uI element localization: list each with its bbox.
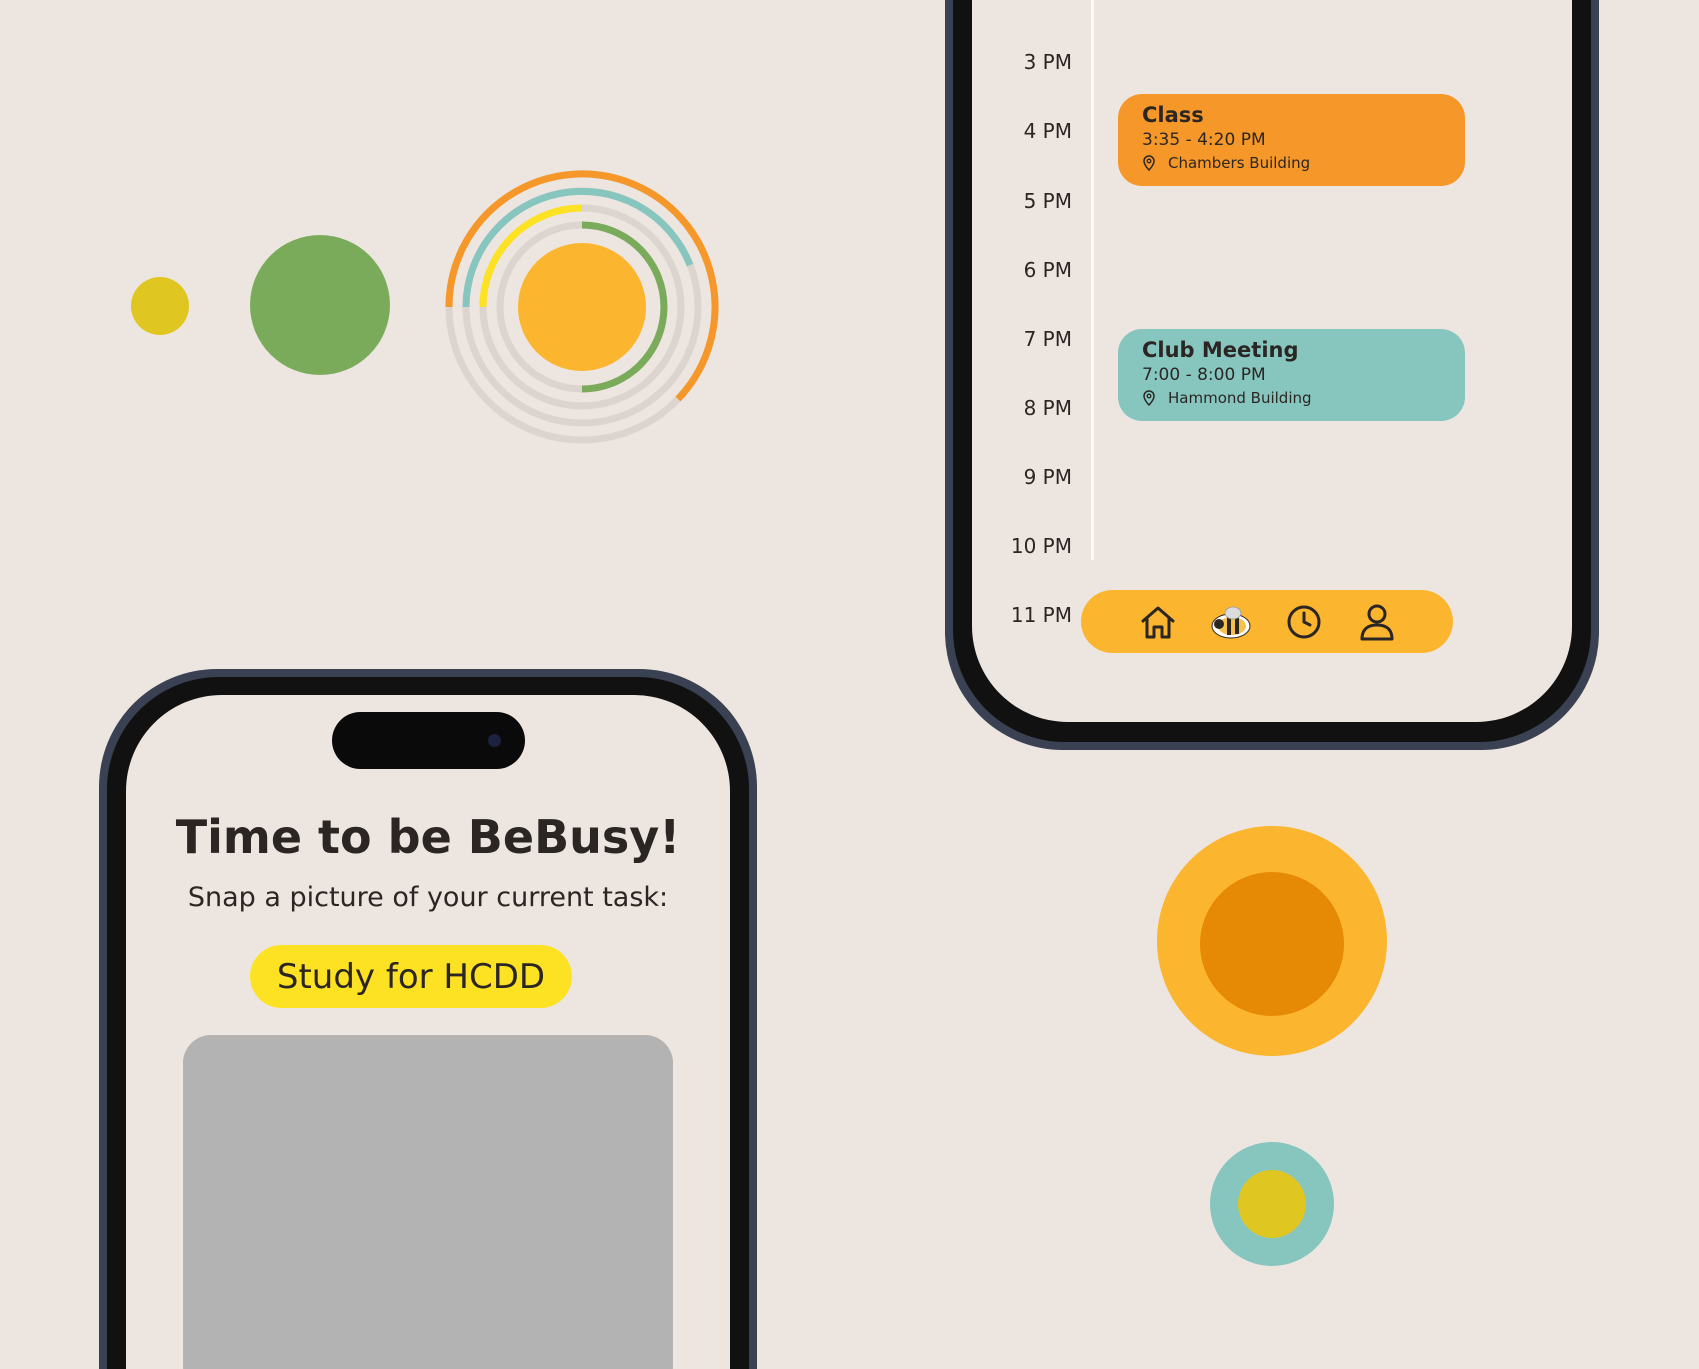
hour-labels: 3 PM 4 PM 5 PM 6 PM 7 PM 8 PM 9 PM 10 PM… — [972, 0, 1072, 640]
bee-icon — [1211, 606, 1250, 638]
location-pin-icon — [1143, 155, 1155, 171]
current-task-pill[interactable]: Study for HCDD — [250, 945, 572, 1008]
progress-rings — [445, 170, 719, 444]
hour-label: 4 PM — [1023, 119, 1072, 143]
event-title: Class — [1142, 103, 1204, 127]
hour-label: 5 PM — [1023, 189, 1072, 213]
capture-phone-bezel: Time to be BeBusy! Snap a picture of you… — [107, 677, 749, 1369]
event-card-class[interactable]: Class 3:35 - 4:20 PM Chambers Building — [1118, 94, 1465, 186]
event-time: 3:35 - 4:20 PM — [1142, 130, 1266, 150]
bottom-nav-bar — [1081, 590, 1453, 653]
event-location-label: Chambers Building — [1168, 154, 1311, 172]
dark-orange-dot — [1200, 872, 1344, 1016]
nav-bee-button[interactable] — [1207, 598, 1255, 646]
timeline-line — [1091, 0, 1094, 560]
home-icon — [1141, 606, 1174, 638]
schedule-screen: 3 PM 4 PM 5 PM 6 PM 7 PM 8 PM 9 PM 10 PM… — [972, 0, 1572, 722]
mustard-dot — [131, 277, 189, 335]
hour-label: 7 PM — [1023, 327, 1072, 351]
profile-icon — [1360, 604, 1393, 640]
clock-icon — [1287, 605, 1320, 638]
event-time: 7:00 - 8:00 PM — [1142, 365, 1266, 385]
event-location-label: Hammond Building — [1168, 389, 1312, 407]
front-camera — [488, 734, 501, 747]
nav-profile-button[interactable] — [1353, 598, 1401, 646]
capture-title: Time to be BeBusy! — [175, 810, 681, 864]
hour-label: 6 PM — [1023, 258, 1072, 282]
schedule-phone-bezel: 3 PM 4 PM 5 PM 6 PM 7 PM 8 PM 9 PM 10 PM… — [953, 0, 1591, 742]
capture-phone-frame: Time to be BeBusy! Snap a picture of you… — [99, 669, 757, 1369]
hour-label: 10 PM — [1010, 534, 1072, 558]
hour-label: 8 PM — [1023, 396, 1072, 420]
event-card-club-meeting[interactable]: Club Meeting 7:00 - 8:00 PM Hammond Buil… — [1118, 329, 1465, 421]
dynamic-island — [332, 712, 525, 769]
hour-label: 11 PM — [1010, 603, 1072, 627]
event-location: Chambers Building — [1142, 152, 1441, 174]
capture-screen: Time to be BeBusy! Snap a picture of you… — [126, 695, 730, 1369]
schedule-phone-frame: 3 PM 4 PM 5 PM 6 PM 7 PM 8 PM 9 PM 10 PM… — [945, 0, 1599, 750]
green-dot — [250, 235, 390, 375]
event-title: Club Meeting — [1142, 338, 1299, 362]
camera-preview[interactable] — [183, 1035, 673, 1369]
nav-clock-button[interactable] — [1280, 598, 1328, 646]
event-location: Hammond Building — [1142, 387, 1441, 409]
nav-home-button[interactable] — [1134, 598, 1182, 646]
capture-subtitle: Snap a picture of your current task: — [187, 882, 669, 913]
location-pin-icon — [1143, 390, 1155, 406]
mustard-inner-dot — [1238, 1170, 1306, 1238]
hour-label: 9 PM — [1023, 465, 1072, 489]
hour-label: 3 PM — [1023, 50, 1072, 74]
